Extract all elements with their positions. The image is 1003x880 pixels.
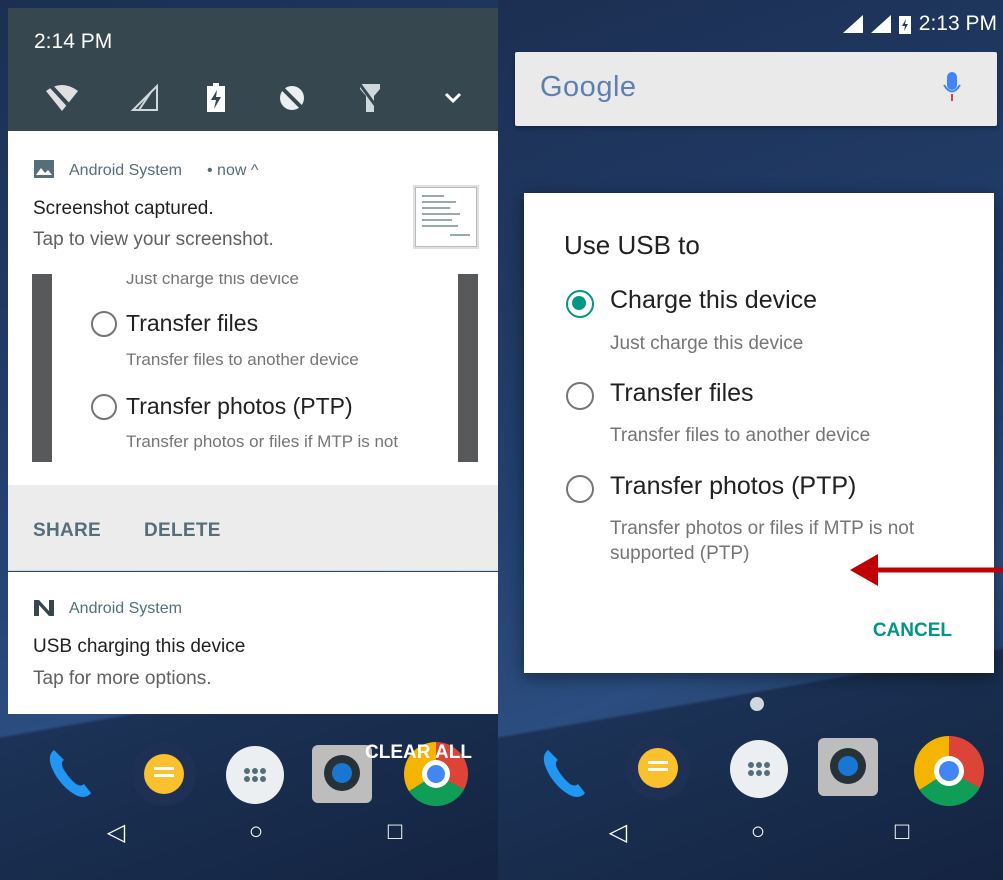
recents-button[interactable]: □ bbox=[375, 818, 415, 846]
preview-opt1: Transfer files bbox=[126, 310, 259, 336]
notification-text: Tap to view your screenshot. bbox=[33, 229, 274, 250]
back-button[interactable]: ◁ bbox=[598, 818, 638, 847]
notification-title: USB charging this device bbox=[33, 636, 246, 657]
expand-chevron-down-icon[interactable] bbox=[433, 78, 473, 118]
phone-app-icon[interactable] bbox=[534, 744, 594, 804]
radio-charge-this-device[interactable] bbox=[566, 290, 594, 318]
preview-radio-transfer-files bbox=[91, 311, 117, 337]
screenshot-preview[interactable]: Just charge this device Transfer files T… bbox=[32, 274, 478, 462]
option-charge-label[interactable]: Charge this device bbox=[610, 286, 817, 315]
mic-icon[interactable] bbox=[943, 72, 961, 104]
battery-charging-icon bbox=[898, 16, 911, 34]
notification-text: Tap for more options. bbox=[33, 668, 212, 689]
delete-button[interactable]: DELETE bbox=[144, 520, 221, 542]
preview-opt2: Transfer photos (PTP) bbox=[126, 393, 353, 419]
screenshot-composite: ◁ ○ □ 2:14 PM Android System • now ^ Scr… bbox=[0, 0, 1003, 880]
option-charge-sub: Just charge this device bbox=[610, 333, 804, 354]
google-logo: Google bbox=[540, 71, 637, 103]
messages-app-icon[interactable] bbox=[132, 742, 196, 806]
signal-icon bbox=[870, 15, 891, 33]
quick-settings-header: 2:14 PM bbox=[8, 8, 501, 131]
image-icon bbox=[34, 160, 54, 178]
notification-title: Screenshot captured. bbox=[33, 198, 214, 219]
app-drawer-icon[interactable] bbox=[730, 740, 788, 798]
preview-radio-transfer-photos bbox=[91, 394, 117, 420]
phone-app-icon[interactable] bbox=[40, 744, 100, 804]
flashlight-off-icon[interactable] bbox=[350, 78, 390, 118]
google-search-bar[interactable]: Google bbox=[515, 52, 997, 126]
screenshot-notification[interactable]: Android System • now ^ Screenshot captur… bbox=[8, 131, 501, 485]
radio-transfer-files[interactable] bbox=[566, 382, 594, 410]
usb-notification[interactable]: Android System USB charging this device … bbox=[8, 572, 501, 714]
data-saver-icon[interactable] bbox=[272, 78, 312, 118]
status-time: 2:13 PM bbox=[918, 12, 997, 35]
option-transfer-files-sub: Transfer files to another device bbox=[610, 425, 871, 446]
preview-line0: Just charge this device bbox=[126, 274, 299, 288]
dialog-title: Use USB to bbox=[564, 230, 700, 260]
preview-opt2-sub: Transfer photos or files if MTP is not bbox=[126, 432, 399, 451]
recents-button[interactable]: □ bbox=[882, 818, 922, 846]
option-transfer-photos-sub2: supported (PTP) bbox=[610, 543, 750, 564]
messages-app-icon[interactable] bbox=[626, 736, 690, 800]
app-drawer-icon[interactable] bbox=[226, 746, 284, 804]
status-time: 2:14 PM bbox=[34, 30, 113, 53]
notification-actions: SHARE DELETE bbox=[8, 485, 501, 571]
option-transfer-files-label[interactable]: Transfer files bbox=[610, 379, 754, 408]
share-button[interactable]: SHARE bbox=[33, 520, 101, 542]
left-phone-screen: ◁ ○ □ 2:14 PM Android System • now ^ Scr… bbox=[0, 0, 505, 880]
chrome-app-icon[interactable] bbox=[914, 736, 984, 806]
notification-app-name: Android System bbox=[69, 600, 182, 617]
preview-opt1-sub: Transfer files to another device bbox=[126, 350, 359, 369]
camera-app-icon[interactable] bbox=[818, 738, 878, 796]
android-n-icon bbox=[34, 600, 54, 616]
use-usb-dialog: Use USB to Charge this device Just charg… bbox=[524, 193, 994, 673]
status-bar: 2:13 PM bbox=[842, 12, 1003, 36]
clear-all-button[interactable]: CLEAR ALL bbox=[365, 742, 472, 764]
notification-meta[interactable]: • now ^ bbox=[207, 162, 258, 180]
screenshot-thumbnail[interactable] bbox=[415, 187, 477, 247]
notification-app-name: Android System bbox=[69, 162, 182, 179]
home-button[interactable]: ○ bbox=[236, 818, 276, 846]
camera-app-icon[interactable] bbox=[312, 745, 372, 803]
radio-transfer-photos[interactable] bbox=[566, 475, 594, 503]
signal-icon[interactable] bbox=[125, 78, 165, 118]
battery-charging-icon[interactable] bbox=[196, 78, 236, 118]
page-indicator-dot bbox=[750, 697, 764, 711]
cancel-button[interactable]: CANCEL bbox=[873, 620, 952, 642]
signal-icon bbox=[842, 15, 863, 33]
right-phone-screen: 2:13 PM Google ◁ ○ □ Use USB to Charge t… bbox=[498, 0, 1003, 880]
home-button[interactable]: ○ bbox=[738, 818, 778, 846]
option-transfer-photos-sub: Transfer photos or files if MTP is not bbox=[610, 518, 915, 539]
wifi-off-icon[interactable] bbox=[42, 78, 82, 118]
option-transfer-photos-label[interactable]: Transfer photos (PTP) bbox=[610, 472, 856, 501]
annotation-arrow-icon bbox=[850, 554, 1003, 586]
back-button[interactable]: ◁ bbox=[96, 818, 136, 847]
